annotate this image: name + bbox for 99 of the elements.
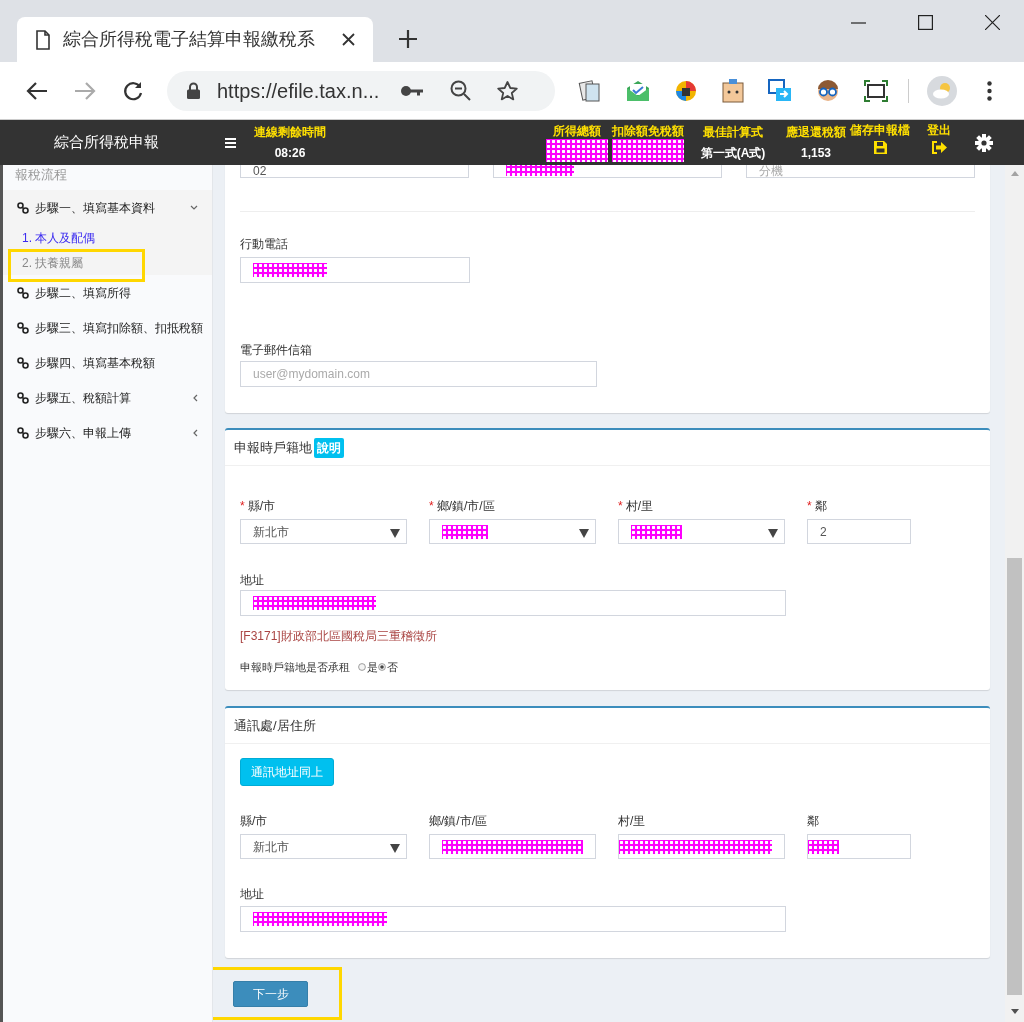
close-icon[interactable] <box>342 33 355 46</box>
link-icon <box>17 426 29 439</box>
link-icon <box>17 321 29 334</box>
star-icon[interactable] <box>497 80 519 101</box>
dropdown-arrow-icon <box>390 528 400 538</box>
field-label: 地址 <box>240 572 264 588</box>
required-mark: * <box>807 498 812 514</box>
radio-icon <box>358 663 366 671</box>
logout-button[interactable]: 登出 <box>920 123 958 154</box>
input-field[interactable] <box>240 906 786 932</box>
select-field[interactable]: 新北市 <box>240 519 407 544</box>
stat-label: 扣除額免稅額 <box>612 123 684 139</box>
maximize-icon[interactable] <box>918 15 933 30</box>
link-icon <box>17 286 29 299</box>
input-field[interactable] <box>618 834 785 859</box>
lock-icon <box>187 82 200 99</box>
link-icon <box>17 391 29 404</box>
menu-icon[interactable] <box>987 80 992 101</box>
sidebar-item[interactable]: 步驟五、稅額計算 <box>3 380 212 415</box>
input-field[interactable] <box>429 834 596 859</box>
dropdown-arrow-icon <box>579 528 589 538</box>
stat-label: 所得總額 <box>553 123 601 139</box>
field-label: 村/里 <box>618 813 646 829</box>
chevron-down-icon <box>190 205 198 210</box>
stat-value: 第一式(A式) <box>700 145 766 161</box>
scroll-down-icon[interactable] <box>1010 1009 1019 1014</box>
close-icon[interactable] <box>985 15 1000 30</box>
documents-icon[interactable] <box>578 78 602 103</box>
lock-badge-icon[interactable] <box>674 78 698 103</box>
chevron-left-icon <box>193 393 198 402</box>
required-mark: * <box>618 498 623 514</box>
reload-icon[interactable] <box>122 79 144 102</box>
radio-option[interactable]: 否 <box>378 659 398 675</box>
screen-arrow-icon[interactable] <box>768 78 792 103</box>
scrollbar-thumb[interactable] <box>1007 558 1022 995</box>
field-label: 地址 <box>240 886 264 902</box>
sidebar-item[interactable]: 步驟四、填寫基本稅額 <box>3 345 212 380</box>
envelope-check-icon[interactable] <box>626 79 650 102</box>
logout-icon <box>931 141 947 154</box>
save-icon <box>873 141 887 154</box>
field-label: 電子郵件信箱 <box>240 342 312 358</box>
sidebar-subitem[interactable]: 1. 本人及配偶 <box>3 225 212 250</box>
required-mark: * <box>429 498 434 514</box>
input-field[interactable] <box>240 590 786 616</box>
input-field[interactable] <box>807 834 911 859</box>
field-label: 鄰 <box>814 498 827 514</box>
document-icon <box>35 29 51 50</box>
input-field[interactable]: 02 <box>240 165 469 178</box>
input-field[interactable]: 2 <box>807 519 911 544</box>
scrollbar[interactable] <box>1005 165 1024 1022</box>
sidebar-item[interactable]: 步驟一、填寫基本資料 <box>3 190 212 225</box>
address-bar[interactable]: https://efile.tax.n... <box>167 70 555 111</box>
url-text: https://efile.tax.n... <box>217 78 380 104</box>
radio-option[interactable]: 是 <box>358 659 378 675</box>
stat-label: 最佳計算式 <box>703 124 763 140</box>
section-title: 通訊處/居住所 <box>234 716 316 735</box>
tax-office-note: [F3171]財政部北區國稅局三重稽徵所 <box>240 628 438 644</box>
box-face-icon[interactable] <box>722 78 744 103</box>
dropdown-arrow-icon <box>768 528 778 538</box>
zoom-out-icon[interactable] <box>450 80 472 101</box>
frame-icon[interactable] <box>864 79 888 102</box>
select-field[interactable]: 新北市 <box>240 834 407 859</box>
field-label: 村/里 <box>625 498 653 514</box>
app-title: 綜合所得稅申報 <box>53 132 160 153</box>
radio-icon <box>378 663 386 671</box>
field-label: 鄉/鎮/市/區 <box>436 498 495 514</box>
sidebar-item[interactable]: 步驟六、申報上傳 <box>3 415 212 450</box>
back-icon[interactable] <box>26 80 48 101</box>
required-mark: * <box>240 498 245 514</box>
section-title: 申報時戶籍地 <box>234 438 312 457</box>
input-field[interactable] <box>240 257 470 283</box>
glasses-icon[interactable] <box>816 78 840 103</box>
link-icon <box>17 356 29 369</box>
sidebar-item[interactable]: 步驟二、填寫所得 <box>3 275 212 310</box>
next-button[interactable]: 下一步 <box>233 981 308 1007</box>
settings-icon[interactable] <box>975 133 993 152</box>
select-field[interactable] <box>429 519 596 544</box>
stat-label: 連線剩餘時間 <box>254 124 326 140</box>
key-icon[interactable] <box>401 84 424 97</box>
field-label: 鄰 <box>807 813 819 829</box>
menu-icon[interactable] <box>225 137 236 148</box>
sidebar-heading: 報稅流程 <box>14 166 68 184</box>
question-label: 申報時戶籍地是否承租 <box>240 660 350 675</box>
sidebar-item[interactable]: 步驟三、填寫扣除額、扣抵稅額 <box>3 310 212 345</box>
stat-value: 08:26 <box>274 145 306 161</box>
field-label: 鄉/鎮/市/區 <box>429 813 487 829</box>
field-label: 縣/市 <box>247 498 275 514</box>
save-button[interactable]: 儲存申報檔 <box>850 123 910 154</box>
field-label: 縣/市 <box>240 813 268 829</box>
chevron-left-icon <box>193 428 198 437</box>
link-icon <box>17 201 29 214</box>
tab-title: 綜合所得稅電子結算申報繳稅系 <box>63 28 316 51</box>
new-tab-icon[interactable] <box>399 30 417 48</box>
select-field[interactable] <box>618 519 785 544</box>
browser-tab[interactable]: 綜合所得稅電子結算申報繳稅系 <box>17 17 373 62</box>
dropdown-arrow-icon <box>390 843 400 853</box>
field-label: 行動電話 <box>240 236 288 252</box>
stat-value: 1,153 <box>801 145 831 161</box>
stat-label: 應退還稅額 <box>786 124 846 140</box>
